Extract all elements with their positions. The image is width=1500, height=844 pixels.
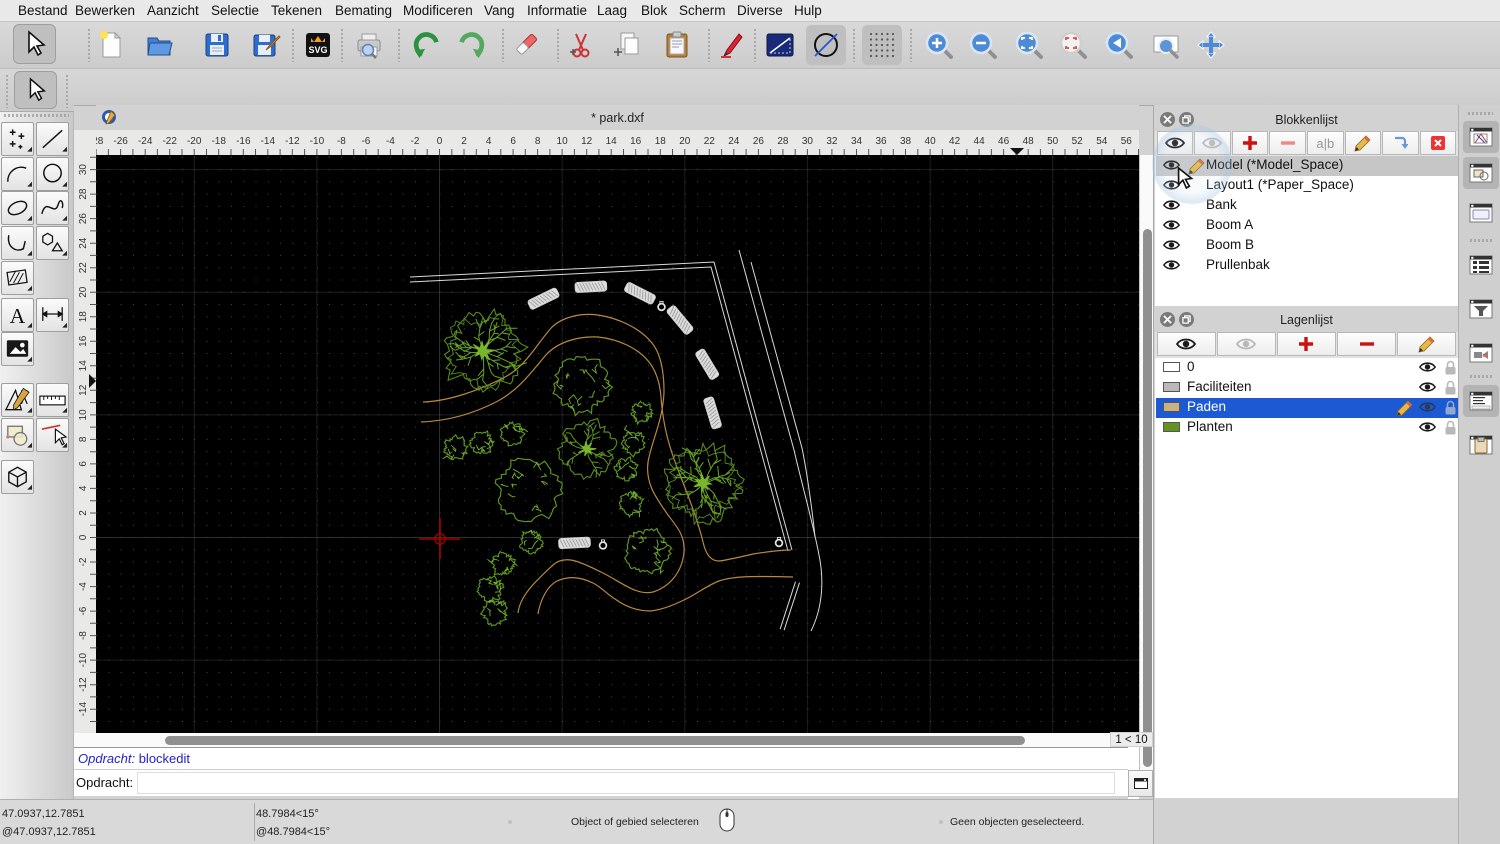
svg-text:18: 18 — [655, 136, 667, 147]
svg-text:22: 22 — [78, 262, 89, 274]
svg-text:38: 38 — [900, 136, 912, 147]
svg-text:10: 10 — [78, 409, 89, 421]
svg-text:A: A — [10, 303, 26, 327]
svg-text:12: 12 — [581, 136, 593, 147]
svg-text:-10: -10 — [78, 652, 89, 667]
svg-text:-6: -6 — [361, 136, 370, 147]
svg-text:46: 46 — [998, 136, 1010, 147]
svg-text:24: 24 — [78, 237, 89, 249]
svg-text:56: 56 — [1121, 136, 1133, 147]
svg-text:-8: -8 — [78, 631, 89, 640]
svg-text:0: 0 — [437, 136, 443, 147]
svg-text:-20: -20 — [187, 136, 202, 147]
svg-text:50: 50 — [1047, 136, 1059, 147]
svg-text:-18: -18 — [211, 136, 226, 147]
svg-text:-14: -14 — [261, 136, 276, 147]
svg-text:-10: -10 — [310, 136, 325, 147]
svg-text:6: 6 — [510, 136, 516, 147]
svg-text:6: 6 — [78, 461, 89, 467]
svg-text:32: 32 — [826, 136, 838, 147]
svg-text:-2: -2 — [411, 136, 420, 147]
svg-text:2: 2 — [78, 510, 89, 516]
svg-text:-4: -4 — [386, 136, 395, 147]
svg-text:30: 30 — [802, 136, 814, 147]
svg-text:14: 14 — [606, 136, 618, 147]
svg-text:28: 28 — [777, 136, 789, 147]
svg-text:54: 54 — [1096, 136, 1108, 147]
svg-text:2: 2 — [461, 136, 467, 147]
svg-text:52: 52 — [1072, 136, 1084, 147]
svg-text:-22: -22 — [162, 136, 177, 147]
svg-text:-24: -24 — [138, 136, 153, 147]
svg-text:16: 16 — [78, 335, 89, 347]
svg-text:SVG: SVG — [308, 45, 327, 55]
svg-text:42: 42 — [949, 136, 961, 147]
svg-text:-16: -16 — [236, 136, 251, 147]
svg-text:-14: -14 — [78, 702, 89, 717]
svg-text:14: 14 — [78, 360, 89, 372]
svg-text:20: 20 — [78, 286, 89, 298]
svg-text:-2: -2 — [78, 557, 89, 566]
svg-text:26: 26 — [753, 136, 765, 147]
svg-text:12: 12 — [78, 384, 89, 396]
svg-text:-12: -12 — [285, 136, 300, 147]
svg-text:44: 44 — [974, 136, 986, 147]
svg-text:-28: -28 — [96, 136, 104, 147]
svg-text:26: 26 — [78, 213, 89, 225]
svg-text:28: 28 — [78, 188, 89, 200]
svg-text:48: 48 — [1023, 136, 1035, 147]
svg-text:22: 22 — [704, 136, 716, 147]
svg-text:24: 24 — [728, 136, 740, 147]
svg-text:36: 36 — [875, 136, 887, 147]
svg-text:8: 8 — [535, 136, 541, 147]
svg-text:34: 34 — [851, 136, 863, 147]
svg-text:4: 4 — [486, 136, 492, 147]
svg-text:4: 4 — [78, 485, 89, 491]
svg-text:-26: -26 — [113, 136, 128, 147]
svg-text:20: 20 — [679, 136, 691, 147]
svg-text:30: 30 — [78, 164, 89, 176]
svg-text:8: 8 — [78, 436, 89, 442]
svg-text:-8: -8 — [337, 136, 346, 147]
svg-text:-12: -12 — [78, 677, 89, 692]
svg-text:18: 18 — [78, 311, 89, 323]
svg-text:-6: -6 — [78, 606, 89, 615]
svg-text:0: 0 — [78, 534, 89, 540]
svg-text:10: 10 — [557, 136, 569, 147]
svg-text:16: 16 — [630, 136, 642, 147]
svg-text:-4: -4 — [78, 582, 89, 591]
svg-text:40: 40 — [925, 136, 937, 147]
